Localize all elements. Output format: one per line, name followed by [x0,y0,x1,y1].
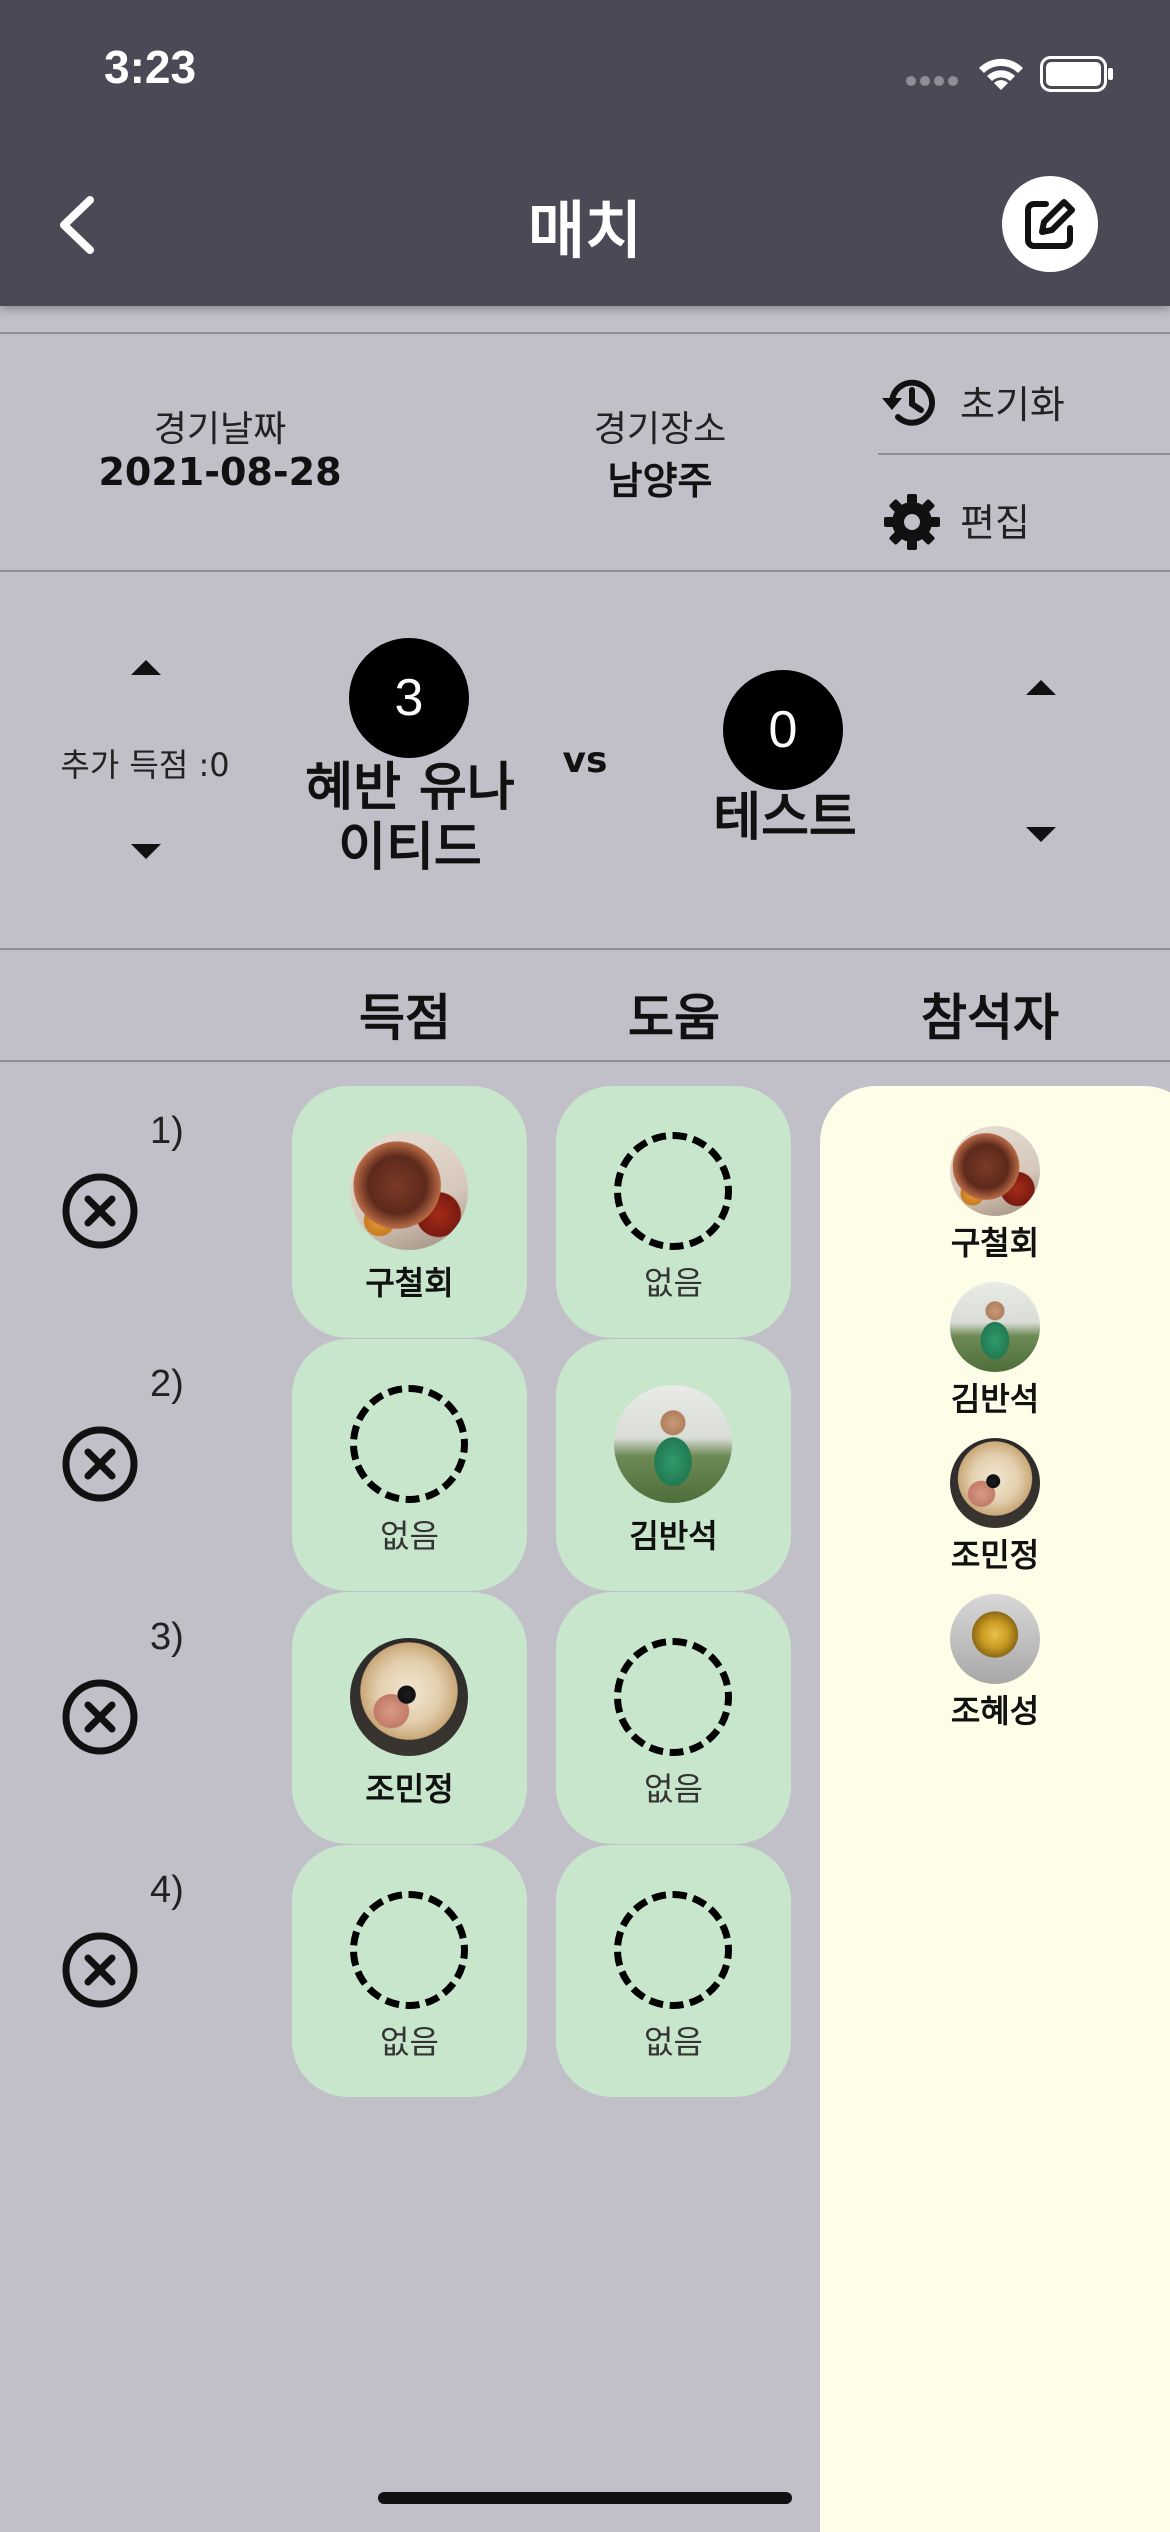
row-number: 4) [150,1869,184,1911]
goal-cell[interactable]: 없음 [292,1339,527,1591]
avatar [950,1438,1040,1528]
assist-cell[interactable]: 없음 [556,1086,791,1338]
assist-column-title: 도움 [628,989,720,1047]
edit-button[interactable] [1002,176,1098,272]
status-time: 3:23 [104,41,197,93]
home-team-line1: 혜반 유나 [305,758,515,818]
attendee-name: 김반석 [950,1380,1040,1418]
match-info-panel: 경기날짜 2021-08-28 경기장소 남양주 초기화 편집 [0,332,1170,572]
goal-player-name: 없음 [380,2023,439,2061]
assist-player-name: 없음 [644,1770,703,1808]
empty-avatar-icon [350,1385,468,1503]
home-team-name: 혜반 유나 이티드 [270,758,550,878]
reset-button[interactable]: 초기화 [880,362,1150,442]
home-team-line2: 이티드 [338,818,482,878]
battery-icon [1040,56,1113,92]
attendee-item[interactable]: 구철회 [820,1126,1170,1276]
vs-label: vs [562,740,608,781]
home-score: 3 [349,638,469,758]
edit-icon [1025,199,1075,249]
away-team-name: 테스트 [713,788,857,848]
gear-icon [884,494,940,550]
back-button[interactable] [52,190,102,260]
date-label: 경기날짜 [153,409,287,450]
away-score: 0 [723,670,843,790]
divider [878,453,1170,455]
goal-player-name: 없음 [380,1517,439,1555]
wifi-icon [979,58,1023,90]
attendee-item[interactable]: 조민정 [820,1438,1170,1588]
avatar [350,1132,468,1250]
attendee-name: 조민정 [950,1536,1040,1574]
signal-icon [906,76,958,86]
avatar [950,1594,1040,1684]
assist-cell[interactable]: 없음 [556,1592,791,1844]
home-indicator [378,2492,792,2504]
row-number: 3) [150,1616,184,1658]
away-score-up-button[interactable] [1026,680,1056,695]
settings-button[interactable]: 편집 [880,480,1150,560]
extra-points-label: 추가 득점 :0 [60,746,230,784]
remove-row-button[interactable] [61,1678,139,1756]
avatar [614,1385,732,1503]
history-icon [882,379,935,426]
assist-player-name: 김반석 [629,1517,718,1555]
remove-row-button[interactable] [61,1425,139,1503]
goal-player-name: 조민정 [365,1770,454,1808]
empty-avatar-icon [350,1891,468,2009]
avatar [950,1126,1040,1216]
date-value: 2021-08-28 [98,450,342,494]
assist-cell[interactable]: 없음 [556,1845,791,2097]
remove-row-button[interactable] [61,1931,139,2009]
settings-label: 편집 [960,501,1030,545]
assist-cell[interactable]: 김반석 [556,1339,791,1591]
attendee-item[interactable]: 조혜성 [820,1594,1170,1744]
attendee-item[interactable]: 김반석 [820,1282,1170,1432]
page-title: 매치 [527,194,643,267]
row-number: 1) [150,1110,184,1152]
away-score-down-button[interactable] [1026,827,1056,842]
chevron-left-icon [60,196,94,254]
attendee-name: 구철회 [950,1224,1040,1262]
avatar [350,1638,468,1756]
goal-player-name: 구철회 [365,1264,454,1302]
remove-row-button[interactable] [61,1172,139,1250]
nav-header: 3:23 매치 [0,0,1170,306]
location-label: 경기장소 [593,409,727,450]
attendee-panel: 구철회 김반석 조민정 조혜성 [820,1086,1170,2532]
goal-column-title: 득점 [359,989,451,1047]
row-number: 2) [150,1363,184,1405]
empty-avatar-icon [614,1891,732,2009]
extra-points-up-button[interactable] [131,660,161,675]
score-panel: 추가 득점 :0 3 혜반 유나 이티드 vs 0 테스트 [0,572,1170,950]
column-header: 득점 도움 참석자 [0,950,1170,1062]
location-value: 남양주 [607,459,713,503]
empty-avatar-icon [614,1132,732,1250]
avatar [950,1282,1040,1372]
goal-cell[interactable]: 구철회 [292,1086,527,1338]
goal-cell[interactable]: 조민정 [292,1592,527,1844]
goal-cell[interactable]: 없음 [292,1845,527,2097]
attendees-column-title: 참석자 [921,989,1059,1047]
assist-player-name: 없음 [644,2023,703,2061]
empty-avatar-icon [614,1638,732,1756]
assist-player-name: 없음 [644,1264,703,1302]
attendee-name: 조혜성 [950,1692,1040,1730]
extra-points-down-button[interactable] [131,844,161,859]
reset-label: 초기화 [960,383,1065,427]
